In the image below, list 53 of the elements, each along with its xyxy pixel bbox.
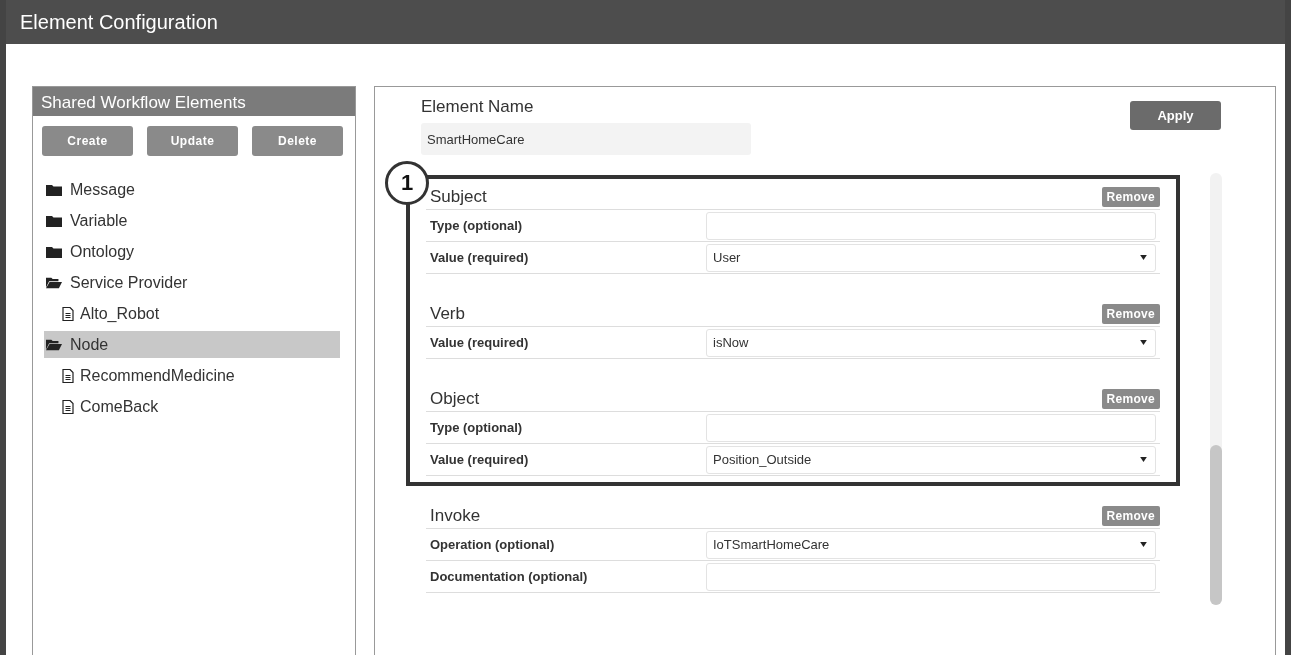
folder-icon	[46, 214, 62, 227]
tree-label: Node	[70, 335, 109, 354]
tree-item[interactable]: Alto_Robot	[44, 298, 340, 329]
field-label: Value (required)	[429, 250, 530, 265]
tree-label: RecommendMedicine	[80, 366, 235, 385]
tree-label: Service Provider	[70, 273, 188, 292]
dropdown[interactable]: Position_Outside	[706, 445, 1156, 474]
open-folder-icon	[46, 338, 62, 351]
tree-item[interactable]: Service Provider	[44, 267, 340, 298]
folder-icon	[46, 183, 62, 196]
field-label: Documentation (optional)	[429, 569, 589, 584]
section-title: Invoke	[430, 506, 481, 526]
document-icon	[62, 306, 74, 321]
callout-badge: 1	[385, 161, 429, 205]
field-label: Value (required)	[429, 452, 530, 467]
field-label: Value (required)	[429, 335, 530, 350]
scrollbar[interactable]	[1210, 173, 1222, 605]
tree-item[interactable]: Ontology	[44, 236, 340, 267]
tree-label: Alto_Robot	[80, 304, 160, 323]
tree-item[interactable]: Message	[44, 174, 340, 205]
tree-item[interactable]: Variable	[44, 205, 340, 236]
panel-title: Shared Workflow Elements	[41, 93, 246, 112]
caret-icon	[1140, 457, 1147, 462]
field-label: Type (optional)	[429, 420, 524, 435]
apply-button[interactable]: Apply	[1130, 101, 1221, 130]
input-field[interactable]	[706, 562, 1156, 591]
field-label: Element Name	[421, 97, 535, 117]
tree-item[interactable]: Node	[44, 331, 340, 358]
dropdown[interactable]: IoTSmartHomeCare	[706, 530, 1156, 559]
input-field[interactable]	[706, 413, 1156, 442]
field-label: Operation (optional)	[429, 537, 556, 552]
caret-icon	[1140, 340, 1147, 345]
tree-item[interactable]: RecommendMedicine	[44, 360, 340, 391]
field-label: Type (optional)	[429, 218, 524, 233]
caret-icon	[1140, 255, 1147, 260]
tree-item[interactable]: ComeBack	[44, 391, 340, 422]
tree-label: Ontology	[70, 242, 135, 261]
window-title: Element Configuration	[20, 10, 218, 34]
open-folder-icon	[46, 276, 62, 289]
folder-icon	[46, 245, 62, 258]
name-field[interactable]: SmartHomeCare	[421, 123, 751, 155]
dropdown[interactable]: isNow	[706, 328, 1156, 357]
tree-label: Variable	[70, 211, 128, 230]
tree-label: Message	[70, 180, 135, 199]
section-title: Verb	[430, 304, 465, 324]
dropdown[interactable]: User	[706, 243, 1156, 272]
tree-label: ComeBack	[80, 397, 159, 416]
input-field[interactable]	[706, 211, 1156, 240]
caret-icon	[1140, 542, 1147, 547]
section-title: Subject	[430, 187, 487, 207]
document-icon	[62, 399, 74, 414]
document-icon	[62, 368, 74, 383]
section-title: Object	[430, 389, 480, 409]
